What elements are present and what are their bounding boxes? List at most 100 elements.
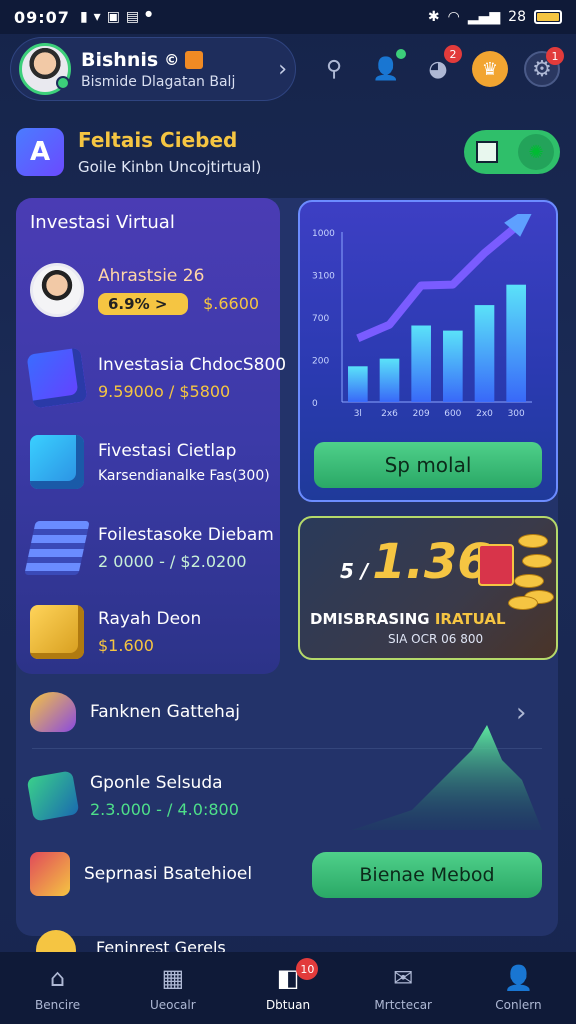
screen-icon: ▤ — [125, 9, 140, 25]
dot-icon: ● — [145, 9, 153, 18]
nav-item-profile[interactable]: 👤 Conlern — [461, 952, 576, 1024]
signal-icon: ▮ — [79, 9, 88, 25]
banner-subtitle: Goile Kinbn Uncojtirtual) — [78, 158, 262, 176]
y-tick-label: 700 — [312, 314, 329, 324]
bottom-nav: ⌂ Bencire ▦ Ueocalr ◧ Dbtuan 10 ✉ Mrtcte… — [0, 952, 576, 1024]
list-item[interactable]: Investasia ChdocS800 9.5900o / $5800 — [26, 346, 286, 410]
item-value-row: 6.9% > $.6600 — [98, 292, 259, 315]
list-item[interactable]: Fenjnrest Gerels — [30, 928, 290, 952]
gem-box-icon — [26, 770, 80, 822]
chevron-right-icon: › — [278, 56, 287, 82]
list-item[interactable]: Foilestasoke Diebam 2 0000 - / $2.0200 — [24, 516, 278, 580]
x-tick-label: 2x6 — [381, 409, 398, 419]
verified-icon: © — [164, 50, 180, 69]
messages-button[interactable]: ◕ 2 — [420, 45, 462, 87]
x-tick-label: 300 — [508, 409, 525, 419]
nav-badge: 10 — [296, 958, 319, 980]
settings-badge: 1 — [546, 47, 564, 65]
nav-label: Dbtuan — [265, 998, 311, 1012]
image-icon: ▣ — [106, 9, 120, 25]
profile-card[interactable]: Bishnis © Bismide Dlagatan Balj › — [10, 37, 296, 101]
clock: 09:07 — [14, 7, 70, 27]
nav-item-home[interactable]: ⌂ Bencire — [0, 952, 115, 1024]
chat-icon: ◕ — [428, 56, 448, 82]
user-icon: 👤 — [372, 56, 400, 82]
app-logo-icon: A — [16, 128, 64, 176]
wifi-icon: ◠ — [447, 9, 460, 25]
nav-label: Mrtctecar — [374, 998, 432, 1012]
battery-icon — [534, 10, 562, 24]
item-name: Gponle Selsuda — [90, 773, 223, 793]
x-tick-label: 600 — [444, 409, 461, 419]
rank-badge-icon — [185, 50, 204, 69]
list-item[interactable]: Seprnasi Bsatehioel — [30, 842, 278, 906]
profile-button[interactable]: 👤 — [368, 49, 406, 87]
stack-icon — [24, 521, 90, 575]
trophy-icon: ♛ — [481, 58, 499, 80]
chart-bar — [506, 284, 526, 402]
banner-text: Feltais Ciebed Goile Kinbn Uncojtirtual) — [78, 128, 261, 176]
nav-item-mail[interactable]: ✉ Mrtctecar — [346, 952, 461, 1024]
promo-prefix: 5 / — [340, 559, 369, 583]
item-value: Karsendianalke Fas(300) — [98, 467, 270, 484]
list-item[interactable]: Fanknen Gattehaj — [30, 680, 278, 744]
nav-item-calendar[interactable]: ▦ Ueocalr — [115, 952, 230, 1024]
promo-label-highlight: IRATUAL — [429, 610, 506, 628]
notification-icon: ▾ — [93, 9, 101, 25]
y-tick-label: 3100 — [312, 272, 335, 282]
nav-item-wallet[interactable]: ◧ Dbtuan 10 — [230, 952, 345, 1024]
box-icon — [30, 435, 84, 489]
nav-label: Bencire — [34, 998, 81, 1012]
chart-bar — [379, 358, 400, 402]
promo-subtitle: SIA OCR 06 800 — [388, 632, 484, 646]
item-value: 2 0000 - / $2.0200 — [98, 552, 247, 571]
rewards-button[interactable]: ♛ — [472, 51, 508, 87]
online-indicator — [56, 76, 70, 90]
profile-name-row: Bishnis © — [81, 49, 278, 71]
coins-icon — [478, 534, 554, 614]
coin-icon — [36, 930, 76, 952]
list-item[interactable]: Fivestasi Cietlap Karsendianalke Fas(300… — [30, 430, 278, 494]
toggle-knob: ✺ — [518, 134, 554, 170]
chart-action-button[interactable]: Sp molal — [314, 442, 542, 488]
item-name: Rayah Deon — [98, 609, 202, 629]
list-item[interactable]: Ahrastsie 26 6.9% > $.6600 — [30, 258, 278, 322]
user-icon: 👤 — [503, 964, 534, 992]
profile-subtitle: Bismide Dlagatan Balj — [81, 73, 236, 90]
item-value: 9.5900o / $5800 — [98, 382, 231, 401]
search-button[interactable]: ⚲ — [316, 51, 352, 87]
chest-icon — [30, 852, 70, 896]
item-value: $1.600 — [98, 636, 154, 655]
settings-button[interactable]: ⚙ 1 — [524, 47, 564, 87]
status-bar: 09:07 ▮ ▾ ▣ ▤ ● ✱ ◠ ▂▄▆ 28 — [0, 0, 576, 34]
primary-action-button[interactable]: Bienae Mebod — [312, 852, 542, 898]
wallet-icon — [30, 692, 76, 732]
mail-icon: ✉ — [393, 964, 414, 992]
status-icons: ▮ ▾ ▣ ▤ ● — [80, 9, 152, 25]
nav-label: Ueocalr — [149, 998, 196, 1012]
chart-bar — [348, 366, 368, 402]
person-avatar-icon — [30, 263, 84, 317]
mode-toggle[interactable]: ✺ — [464, 130, 560, 174]
y-tick-label: 0 — [312, 399, 318, 409]
list-item[interactable]: Rayah Deon $1.600 — [30, 600, 278, 664]
item-name: Seprnasi Bsatehioel — [84, 864, 253, 884]
list-item[interactable]: Gponle Selsuda 2.3.000 - / 4.0:800 — [26, 764, 278, 828]
promo-big-value: 1.36 — [372, 534, 491, 590]
status-right: ✱ ◠ ▂▄▆ 28 — [428, 9, 562, 25]
search-icon: ⚲ — [325, 56, 343, 82]
chart-bar — [411, 325, 431, 402]
chart-bar — [474, 305, 495, 402]
bluetooth-icon: ✱ — [427, 9, 440, 25]
section-title: Investasi Virtual — [30, 212, 175, 233]
calendar-icon: ▦ — [161, 964, 185, 992]
item-name: Fenjnrest Gerels — [96, 938, 226, 952]
profile-name: Bishnis — [81, 48, 159, 71]
growth-chart: 1000 3100 700 200 0 3l 2x6 209 600 2x0 300 — [312, 214, 532, 419]
promo-amount: 5 /1.36 — [340, 534, 491, 590]
item-name: Investasia ChdocS800 — [98, 355, 287, 375]
home-icon: ⌂ — [49, 964, 66, 992]
y-tick-label: 200 — [312, 357, 329, 367]
x-tick-label: 2x0 — [476, 409, 493, 419]
avatar — [19, 43, 71, 95]
